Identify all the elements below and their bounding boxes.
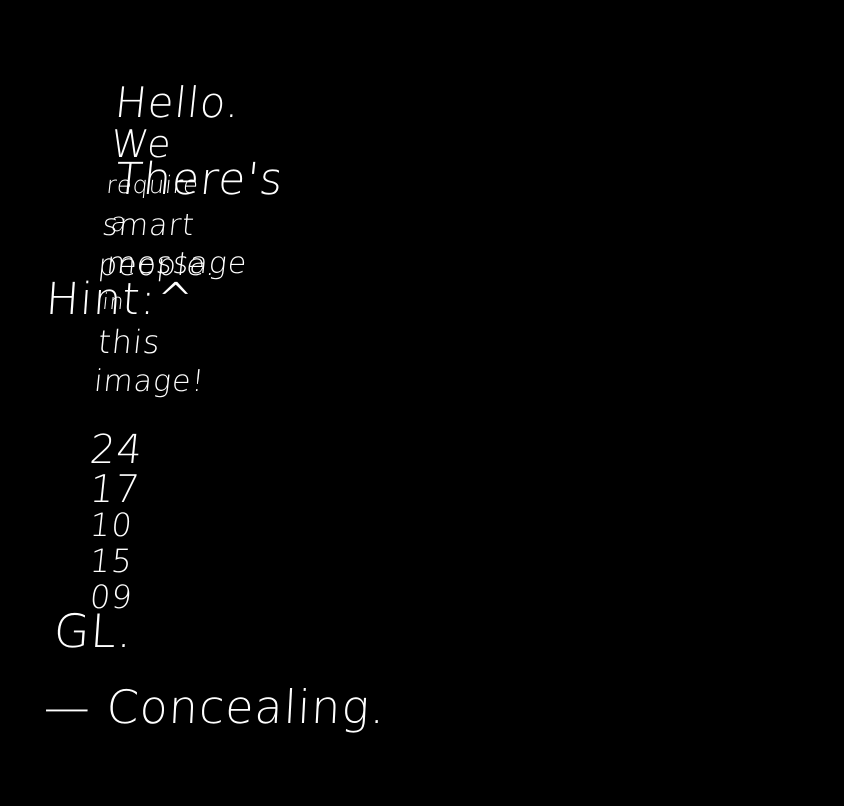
number: 10 <box>87 506 135 544</box>
number: 24 <box>87 427 146 473</box>
word: this <box>96 323 163 361</box>
number: 17 <box>87 467 143 511</box>
good-luck-text: GL. <box>52 604 135 658</box>
number: 15 <box>87 542 135 580</box>
hint-text: Hint:^ <box>44 274 196 325</box>
word: image! <box>92 364 207 399</box>
word: There's <box>112 154 287 205</box>
signature-text: — Concealing. <box>42 680 388 734</box>
word: a <box>109 208 130 238</box>
handwritten-note-canvas: Hello. We require smart people. There's … <box>0 0 844 806</box>
